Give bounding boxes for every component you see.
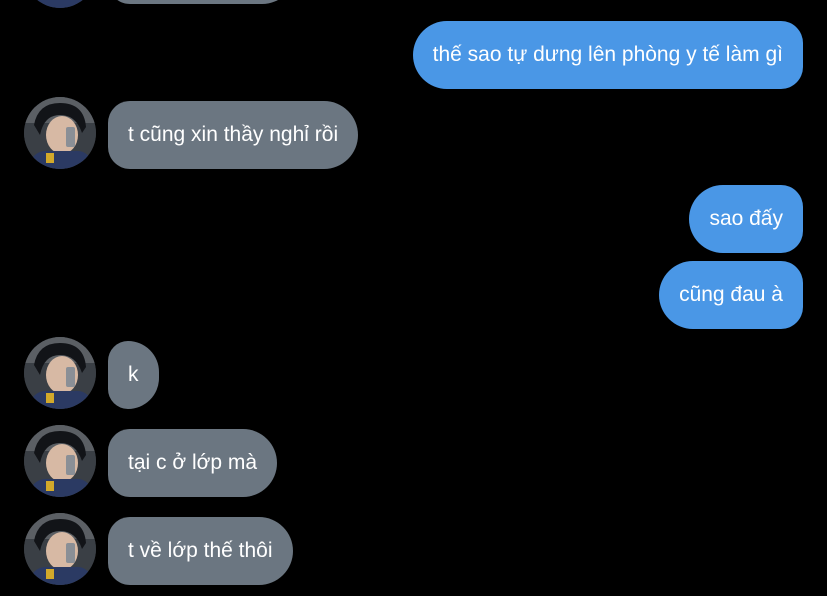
avatar[interactable] — [24, 0, 96, 8]
profile-photo-icon — [24, 425, 96, 497]
message-bubble-incoming[interactable]: t về lớp thế thôi — [108, 517, 293, 585]
avatar[interactable] — [24, 337, 96, 409]
message-bubble-incoming[interactable]: t cũng xin thầy nghỉ rồi — [108, 101, 359, 169]
message-bubble-incoming[interactable] — [108, 0, 296, 4]
profile-photo-icon — [24, 337, 96, 409]
message-bubble-outgoing[interactable]: cũng đau à — [659, 261, 803, 329]
message-text: t về lớp thế thôi — [128, 539, 273, 562]
message-text: tại c ở lớp mà — [128, 451, 258, 474]
message-text: sao đấy — [709, 207, 783, 230]
message-text: k — [128, 363, 139, 386]
message-text: t cũng xin thầy nghỉ rồi — [128, 123, 339, 146]
message-bubble-incoming[interactable]: tại c ở lớp mà — [108, 429, 278, 497]
profile-photo-icon — [24, 97, 96, 169]
message-bubble-outgoing[interactable]: sao đấy — [689, 185, 803, 253]
message-text: thế sao tự dưng lên phòng y tế làm gì — [432, 43, 783, 66]
message-text: cũng đau à — [679, 283, 783, 306]
profile-photo-icon — [24, 0, 96, 8]
avatar[interactable] — [24, 97, 96, 169]
profile-photo-icon — [24, 513, 96, 585]
avatar[interactable] — [24, 425, 96, 497]
avatar[interactable] — [24, 513, 96, 585]
message-bubble-incoming[interactable]: k — [108, 341, 159, 409]
message-bubble-outgoing[interactable]: thế sao tự dưng lên phòng y tế làm gì — [412, 21, 803, 89]
